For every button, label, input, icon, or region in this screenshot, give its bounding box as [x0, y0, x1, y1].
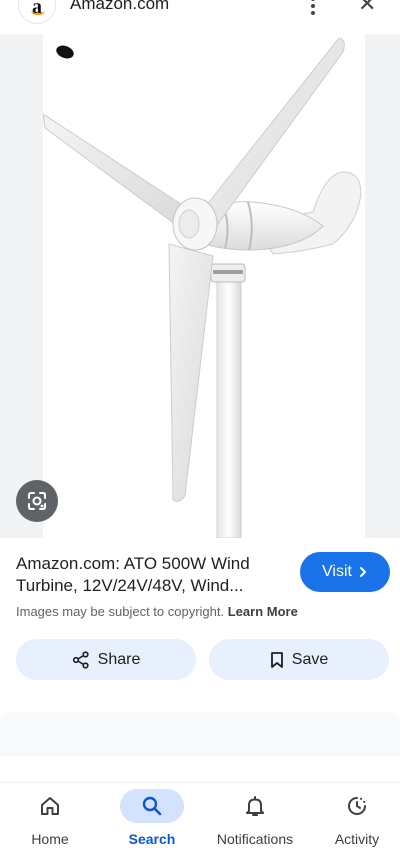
nav-notifications[interactable]: Notifications — [205, 783, 305, 848]
nav-home-label: Home — [31, 831, 69, 847]
nav-home[interactable]: Home — [0, 783, 100, 848]
copyright-notice: Images may be subject to copyright. Lear… — [16, 604, 298, 619]
bookmark-icon — [270, 651, 283, 668]
lens-search-button[interactable] — [16, 480, 58, 522]
bottom-navigation: Home Search Notifications Activity — [0, 782, 400, 848]
nav-notifications-label: Notifications — [216, 831, 294, 847]
product-image[interactable] — [43, 34, 365, 538]
related-content-card[interactable] — [0, 712, 400, 756]
copyright-text: Images may be subject to copyright. — [16, 604, 225, 619]
home-icon — [18, 789, 82, 823]
image-viewer-page: a Amazon.com ✕ Amazon.com: ATO 500W Wind… — [0, 0, 400, 848]
source-header: a Amazon.com ✕ — [0, 0, 400, 34]
activity-icon — [325, 789, 389, 823]
save-button[interactable]: Save — [209, 639, 389, 680]
bell-icon — [223, 789, 287, 823]
site-name[interactable]: Amazon.com — [70, 0, 169, 14]
save-label: Save — [291, 650, 329, 668]
image-preview-area — [0, 34, 400, 538]
close-icon[interactable]: ✕ — [358, 0, 376, 15]
share-icon — [72, 650, 89, 669]
site-logo[interactable]: a — [18, 0, 56, 24]
share-label: Share — [97, 650, 141, 668]
google-lens-icon — [28, 492, 46, 510]
visit-label: Visit — [322, 563, 352, 580]
share-button[interactable]: Share — [16, 639, 196, 680]
search-icon — [120, 789, 184, 823]
amazon-smile-icon — [31, 10, 45, 15]
nav-activity-label: Activity — [334, 831, 380, 847]
more-options-icon[interactable] — [306, 0, 320, 16]
nav-search[interactable]: Search — [102, 783, 202, 848]
chevron-right-icon — [359, 567, 366, 577]
visit-button[interactable]: Visit — [300, 552, 390, 592]
learn-more-link[interactable]: Learn More — [228, 604, 298, 619]
result-title[interactable]: Amazon.com: ATO 500W Wind Turbine, 12V/2… — [16, 553, 286, 597]
nav-search-label: Search — [128, 831, 176, 847]
nav-activity[interactable]: Activity — [307, 783, 400, 848]
wind-turbine-image — [43, 37, 362, 538]
